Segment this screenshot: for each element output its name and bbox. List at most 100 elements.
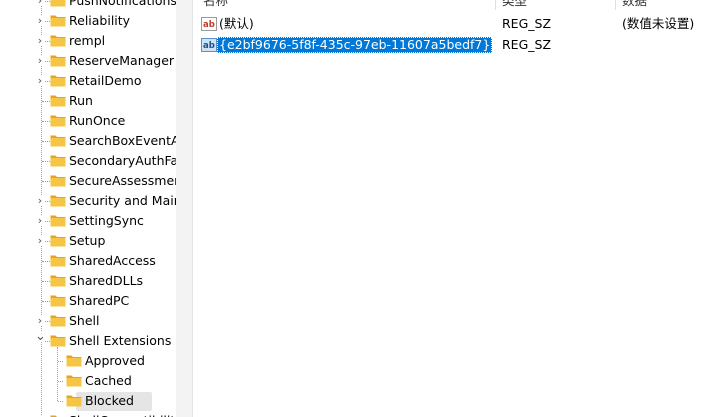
tree-guide-line: [42, 181, 50, 182]
chevron-right-icon[interactable]: ›: [35, 315, 45, 326]
folder-icon: [50, 73, 66, 87]
tree-item-label: SecureAssessmen: [69, 173, 176, 188]
tree-item[interactable]: SharedDLLs: [0, 271, 176, 291]
tree-item[interactable]: › Security and Main: [0, 191, 176, 211]
tree-item-label: SharedAccess: [69, 253, 156, 268]
tree-item[interactable]: › ReserveManager: [0, 51, 176, 71]
folder-icon: [66, 393, 82, 407]
column-header-type[interactable]: 类型: [502, 0, 527, 9]
tree-item[interactable]: SecureAssessmen: [0, 171, 176, 191]
chevron-right-icon[interactable]: ›: [35, 75, 45, 86]
folder-icon: [50, 0, 66, 7]
registry-key-tree[interactable]: › PushNotifications › Reliability › rempl › Res…: [0, 0, 176, 417]
folder-icon: [50, 153, 66, 167]
tree-item-label: Shell: [69, 313, 100, 328]
column-header-data[interactable]: 数据: [622, 0, 647, 9]
chevron-right-icon[interactable]: ›: [35, 195, 45, 206]
registry-value-row[interactable]: ab (默认) REG_SZ (数值未设置): [196, 14, 710, 34]
chevron-right-icon[interactable]: ›: [35, 15, 45, 26]
column-separator[interactable]: [495, 0, 496, 10]
tree-item-label: SharedDLLs: [69, 273, 144, 288]
folder-icon: [50, 273, 66, 287]
tree-item-label: SearchBoxEventAr: [69, 133, 176, 148]
chevron-down-icon[interactable]: ⌄: [35, 330, 46, 343]
tree-item[interactable]: Blocked: [0, 391, 176, 411]
tree-item-label: Security and Main: [69, 193, 176, 208]
value-name: (默认): [219, 16, 254, 31]
tree-item-label: ShellCompatibility: [69, 413, 176, 417]
tree-item[interactable]: Cached: [0, 371, 176, 391]
tree-item-label: Setup: [69, 233, 106, 248]
chevron-right-icon[interactable]: ›: [35, 215, 45, 226]
column-header-name[interactable]: 名称: [203, 0, 228, 9]
tree-item-label: Reliability: [69, 13, 131, 28]
value-type: REG_SZ: [502, 37, 552, 52]
chevron-right-icon[interactable]: ›: [35, 35, 45, 46]
folder-icon: [50, 253, 66, 267]
folder-icon: [50, 333, 66, 347]
tree-guide-line: [42, 301, 50, 302]
tree-item-label: RunOnce: [69, 113, 126, 128]
tree-scrollbar[interactable]: [176, 0, 192, 417]
tree-item[interactable]: SharedAccess: [0, 251, 176, 271]
tree-item[interactable]: SharedPC: [0, 291, 176, 311]
tree-guide-line: [42, 261, 50, 262]
tree-item[interactable]: › PushNotifications: [0, 0, 176, 11]
tree-item[interactable]: › Shell: [0, 311, 176, 331]
tree-item[interactable]: ›ShellCompatibility: [0, 411, 176, 417]
tree-item-label: Cached: [85, 373, 132, 388]
tree-guide-line: [42, 281, 50, 282]
tree-guide-line: [42, 141, 50, 142]
string-value-icon: ab: [201, 38, 217, 52]
registry-values-list: 名称 类型 数据 ab (默认) REG_SZ (数值未设置) ab {e2bf…: [196, 0, 710, 417]
tree-item-label: SharedPC: [69, 293, 130, 308]
tree-guide-line: [58, 401, 63, 402]
registry-value-row-selected[interactable]: ab {e2bf9676-5f8f-435c-97eb-11607a5bedf7…: [196, 35, 710, 55]
tree-item[interactable]: ⌄ Shell Extensions: [0, 330, 176, 351]
svg-text:ab: ab: [203, 20, 215, 30]
tree-item[interactable]: SecondaryAuthFac: [0, 151, 176, 171]
folder-icon: [66, 353, 82, 367]
folder-icon: [50, 33, 66, 47]
folder-icon: [66, 373, 82, 387]
folder-icon: [50, 233, 66, 247]
svg-text:ab: ab: [203, 41, 215, 51]
tree-item[interactable]: SearchBoxEventAr: [0, 131, 176, 151]
tree-item-label: RetailDemo: [69, 73, 142, 88]
tree-guide-line: [42, 121, 50, 122]
folder-icon: [50, 173, 66, 187]
tree-item-label: Approved: [85, 353, 145, 368]
tree-item[interactable]: RunOnce: [0, 111, 176, 131]
tree-item-label: SecondaryAuthFac: [69, 153, 176, 168]
tree-item[interactable]: › RetailDemo: [0, 71, 176, 91]
tree-guide-line: [58, 381, 63, 382]
value-data: (数值未设置): [622, 16, 695, 31]
string-value-icon: ab: [201, 17, 217, 31]
folder-icon: [50, 113, 66, 127]
tree-item[interactable]: Run: [0, 91, 176, 111]
chevron-right-icon[interactable]: ›: [35, 235, 45, 246]
tree-item[interactable]: › Reliability: [0, 11, 176, 31]
tree-item[interactable]: › SettingSync: [0, 211, 176, 231]
column-separator[interactable]: [615, 0, 616, 10]
tree-item-label: SettingSync: [69, 213, 144, 228]
folder-icon: [50, 313, 66, 327]
tree-item-label: rempl: [69, 33, 106, 48]
chevron-right-icon[interactable]: ›: [35, 55, 45, 66]
folder-icon: [50, 193, 66, 207]
folder-icon: [50, 413, 66, 417]
tree-item-label: PushNotifications: [69, 0, 176, 8]
chevron-right-icon[interactable]: ›: [35, 0, 45, 6]
tree-guide-line: [42, 101, 50, 102]
tree-item[interactable]: Approved: [0, 351, 176, 371]
value-name: {e2bf9676-5f8f-435c-97eb-11607a5bedf7}: [217, 37, 493, 53]
tree-item-label: Run: [69, 93, 93, 108]
folder-icon: [50, 13, 66, 27]
folder-icon: [50, 53, 66, 67]
tree-item[interactable]: › rempl: [0, 31, 176, 51]
tree-guide-line: [58, 361, 63, 362]
value-type: REG_SZ: [502, 16, 552, 31]
folder-icon: [50, 133, 66, 147]
tree-item-label: Shell Extensions: [69, 333, 172, 348]
tree-item[interactable]: › Setup: [0, 231, 176, 251]
